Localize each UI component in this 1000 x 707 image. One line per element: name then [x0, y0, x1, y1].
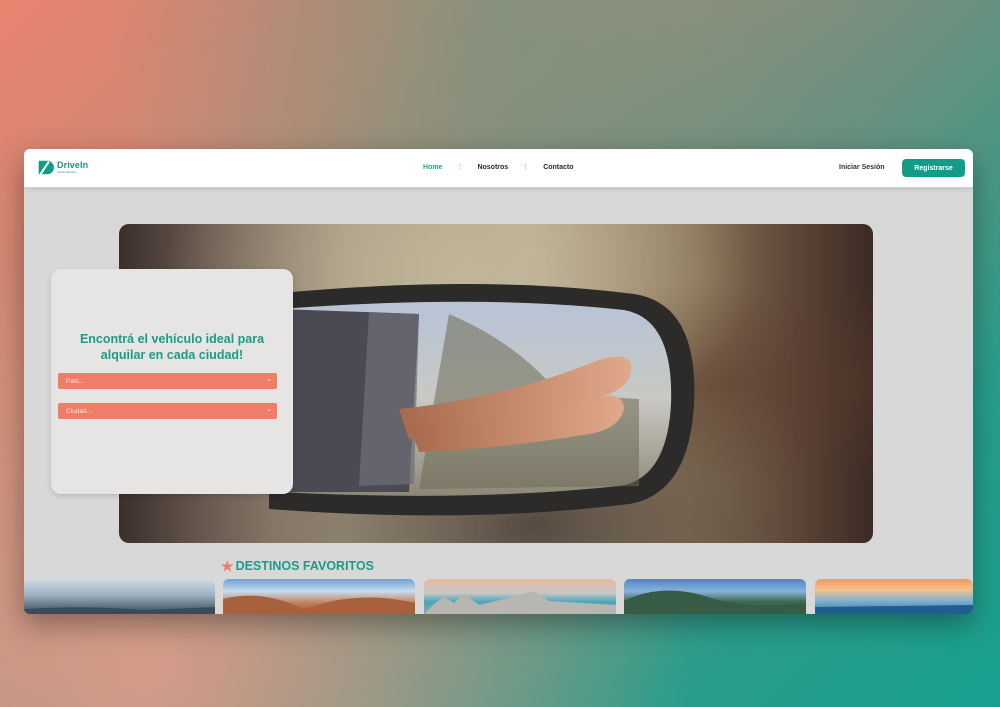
destination-image [223, 595, 415, 614]
nav-separator: ⋮ [456, 164, 464, 171]
country-select-placeholder: País... [66, 377, 85, 385]
destination-image [624, 590, 806, 614]
nav-separator: ⋮ [522, 164, 530, 171]
city-select[interactable]: Ciudad... ⌄ [58, 403, 277, 419]
country-select[interactable]: País... ⌄ [58, 373, 277, 389]
star-icon: ★ [221, 558, 234, 574]
destination-card[interactable] [815, 579, 973, 614]
search-card: Encontrá el vehículo ideal para alquilar… [51, 269, 293, 494]
destinations-heading: ★ DESTINOS FAVORITOS [221, 559, 374, 573]
nav-home[interactable]: Home [423, 164, 442, 171]
destination-card[interactable] [624, 579, 806, 614]
register-button[interactable]: Registrarse [902, 159, 965, 177]
nav-contacto[interactable]: Contacto [543, 164, 573, 171]
destination-card[interactable] [223, 579, 415, 614]
browser-window: DriveIn rental vehicles Home ⋮ Nosotros … [24, 149, 973, 614]
destination-image [424, 591, 616, 614]
nav-nosotros[interactable]: Nosotros [477, 164, 508, 171]
logo-text: DriveIn [57, 160, 89, 170]
destination-card[interactable] [424, 579, 616, 614]
destination-image [815, 605, 973, 614]
city-select-placeholder: Ciudad... [66, 407, 93, 415]
destinations-title: DESTINOS FAVORITOS [235, 559, 375, 573]
site-header: DriveIn rental vehicles Home ⋮ Nosotros … [24, 149, 973, 188]
search-title: Encontrá el vehículo ideal para alquilar… [79, 332, 265, 362]
chevron-down-icon: ⌄ [266, 406, 272, 413]
destinations-carousel [24, 579, 973, 614]
destination-image [24, 607, 215, 614]
main-nav: Home ⋮ Nosotros ⋮ Contacto [423, 163, 574, 172]
logo-icon [38, 160, 54, 175]
chevron-down-icon: ⌄ [266, 376, 272, 383]
destination-card[interactable] [24, 579, 215, 614]
login-link[interactable]: Iniciar Sesión [839, 164, 885, 171]
logo[interactable]: DriveIn rental vehicles [37, 159, 88, 176]
logo-tagline: rental vehicles [57, 170, 77, 174]
